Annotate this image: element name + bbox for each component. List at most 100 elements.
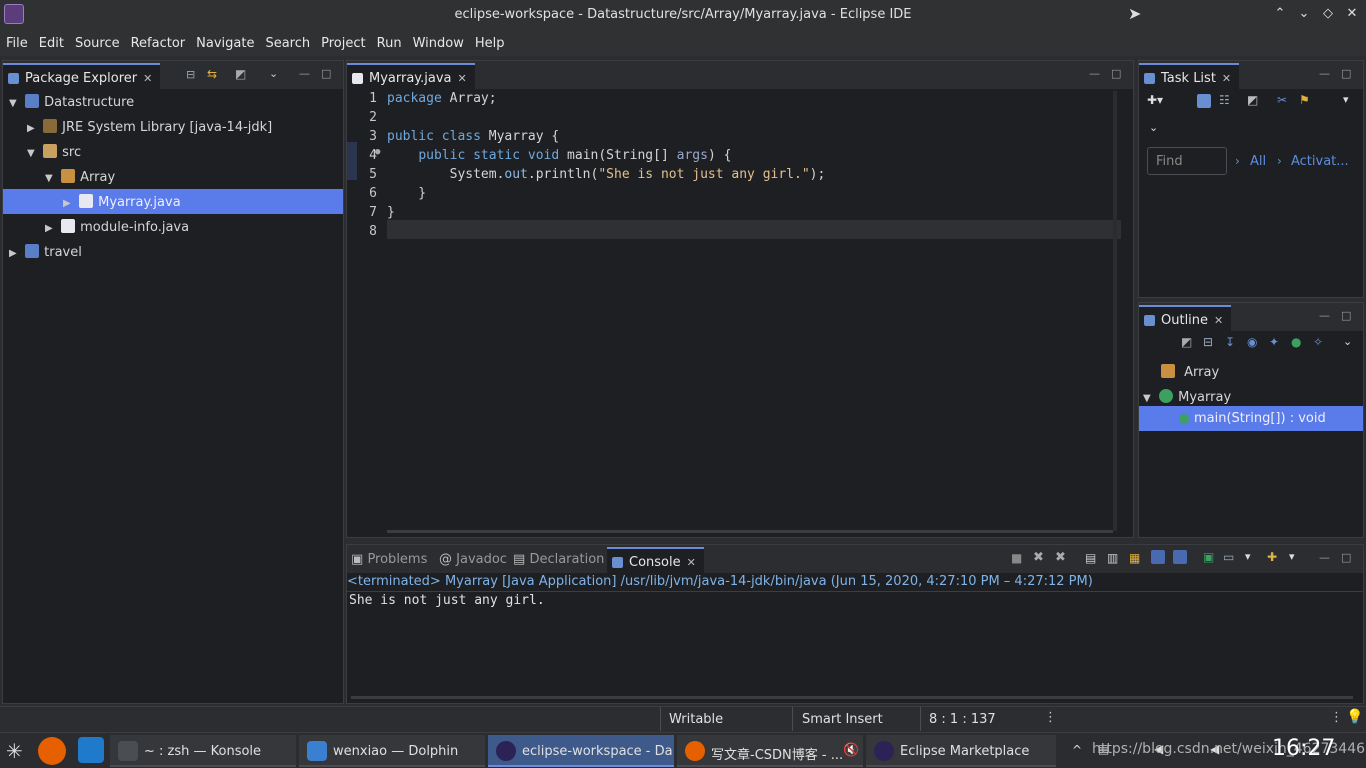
collapse-all-icon[interactable]: ⊟: [186, 68, 195, 81]
remove-launch-icon[interactable]: ✖: [1033, 550, 1044, 565]
hide-static-icon[interactable]: ✦: [1269, 335, 1279, 349]
close-tab-icon[interactable]: ✕: [458, 72, 467, 85]
maximize-view-icon[interactable]: □: [1341, 309, 1351, 322]
app-launcher-icon[interactable]: ✳: [6, 739, 23, 763]
menu-search[interactable]: Search: [259, 30, 315, 51]
hide-completed-icon[interactable]: ✂: [1277, 93, 1287, 107]
system-tray-expand-icon[interactable]: ^: [1072, 743, 1082, 757]
minimize-view-icon[interactable]: —: [1089, 67, 1100, 80]
tree-item-travel[interactable]: ▶ travel: [3, 239, 343, 264]
keep-above-icon[interactable]: ⌃: [1272, 6, 1288, 22]
terminate-icon[interactable]: ■: [1011, 551, 1022, 565]
maximize-view-icon[interactable]: □: [1341, 551, 1351, 564]
maximize-view-icon[interactable]: □: [1341, 67, 1351, 80]
outline-item-main[interactable]: main(String[]) : void: [1139, 406, 1363, 431]
view-menu-icon[interactable]: ▾: [1343, 93, 1349, 106]
menu-source[interactable]: Source: [69, 30, 125, 51]
clear-console-icon[interactable]: ▤: [1085, 551, 1096, 565]
vscode-icon[interactable]: [78, 737, 104, 763]
minimize-view-icon[interactable]: —: [1319, 67, 1330, 80]
word-wrap-icon[interactable]: ▦: [1129, 551, 1140, 565]
show-stderr-icon[interactable]: [1173, 549, 1187, 564]
show-stdout-icon[interactable]: [1151, 549, 1165, 564]
task-eclipse-marketplace[interactable]: Eclipse Marketplace: [866, 735, 1056, 767]
menu-run[interactable]: Run: [371, 30, 407, 51]
vertical-scrollbar[interactable]: [1113, 91, 1117, 531]
close-tab-icon[interactable]: ✕: [687, 556, 696, 569]
hide-fields-icon[interactable]: ◉: [1247, 335, 1257, 349]
remove-all-launches-icon[interactable]: ✖: [1055, 550, 1066, 565]
close-icon[interactable]: ✕: [1344, 6, 1360, 22]
categorized-icon[interactable]: [1197, 93, 1211, 108]
clock[interactable]: 16:27: [1272, 736, 1335, 761]
tab-problems[interactable]: ▣ Problems: [351, 552, 427, 567]
menu-help[interactable]: Help: [469, 30, 510, 51]
link-with-editor-icon[interactable]: ⇆: [207, 67, 217, 81]
lightbulb-icon[interactable]: 💡: [1346, 709, 1363, 725]
hide-nonpublic-icon[interactable]: ●: [1291, 335, 1301, 349]
focus-icon[interactable]: ◩: [1181, 335, 1192, 349]
tab-myarray-java[interactable]: Myarray.java ✕: [347, 63, 475, 89]
tab-declaration[interactable]: ▤ Declaration: [513, 552, 604, 567]
more-icon[interactable]: ⋮: [1330, 710, 1343, 725]
task-eclipse-workspace[interactable]: eclipse-workspace - Da...: [488, 735, 674, 767]
tab-console[interactable]: Console ✕: [607, 547, 704, 573]
activate-link[interactable]: Activat...: [1291, 154, 1349, 169]
all-link[interactable]: All: [1250, 154, 1266, 169]
chevron-down-icon[interactable]: ▼: [27, 148, 39, 159]
pin-console-icon[interactable]: ▣: [1203, 550, 1214, 564]
find-task-input[interactable]: Find: [1147, 147, 1227, 175]
new-task-icon[interactable]: ✚▾: [1147, 93, 1163, 107]
view-menu-icon[interactable]: ⌄: [269, 67, 278, 80]
minimize-view-icon[interactable]: —: [299, 67, 310, 80]
maximize-view-icon[interactable]: □: [321, 67, 331, 80]
menu-edit[interactable]: Edit: [33, 30, 69, 51]
tab-outline[interactable]: Outline ✕: [1139, 305, 1232, 331]
maximize-icon[interactable]: ◇: [1320, 6, 1336, 22]
horizontal-scrollbar[interactable]: [387, 530, 1113, 533]
view-menu-icon[interactable]: ⌄: [1343, 335, 1352, 348]
minimize-icon[interactable]: ⌄: [1296, 6, 1312, 22]
tree-item-myarray-java[interactable]: ▶ Myarray.java: [3, 189, 343, 214]
menu-navigate[interactable]: Navigate: [190, 30, 259, 51]
chevron-down-icon[interactable]: ▾: [1245, 550, 1251, 563]
minimize-view-icon[interactable]: —: [1319, 551, 1330, 564]
chevron-down-icon[interactable]: ▼: [45, 173, 57, 184]
menu-project[interactable]: Project: [315, 30, 370, 51]
tree-item-array[interactable]: ▼ Array: [3, 164, 343, 189]
firefox-icon[interactable]: [38, 737, 66, 765]
menu-refactor[interactable]: Refactor: [125, 30, 191, 51]
chevron-down-icon[interactable]: ⌄: [1149, 121, 1158, 134]
code-area[interactable]: 1 package Array; 2 3 public class Myarray …: [347, 89, 1121, 531]
more-icon[interactable]: ⋮: [1044, 710, 1057, 725]
task-firefox-csdn[interactable]: 写文章-CSDN博客 - ... 🔇: [677, 735, 863, 767]
chevron-right-icon[interactable]: ▶: [63, 198, 75, 209]
tree-item-module-info[interactable]: ▶ module-info.java: [3, 214, 343, 239]
minimize-view-icon[interactable]: —: [1319, 309, 1330, 322]
tree-item-datastructure[interactable]: ▼ Datastructure: [3, 89, 343, 114]
sort-icon[interactable]: ↧: [1225, 335, 1235, 349]
close-tab-icon[interactable]: ✕: [1214, 314, 1223, 327]
display-console-icon[interactable]: ▭: [1223, 550, 1234, 564]
tree-item-src[interactable]: ▼ src: [3, 139, 343, 164]
fold-marker-icon[interactable]: ●: [375, 143, 380, 162]
tab-task-list[interactable]: Task List ✕: [1139, 63, 1240, 89]
horizontal-scrollbar[interactable]: [351, 696, 1353, 699]
task-konsole[interactable]: ~ : zsh — Konsole: [110, 735, 296, 767]
filter-icon[interactable]: ⚑: [1299, 93, 1310, 107]
menu-window[interactable]: Window: [407, 30, 469, 51]
chevron-right-icon[interactable]: ▶: [45, 223, 57, 234]
menu-file[interactable]: File: [0, 30, 33, 51]
hide-local-types-icon[interactable]: ✧: [1313, 335, 1323, 349]
scheduled-icon[interactable]: ☷: [1219, 93, 1230, 107]
chevron-right-icon[interactable]: ▶: [9, 248, 21, 259]
new-console-icon[interactable]: ✚: [1267, 550, 1277, 564]
chevron-down-icon[interactable]: ▾: [1289, 550, 1295, 563]
close-tab-icon[interactable]: ✕: [1222, 72, 1231, 85]
collapse-all-icon[interactable]: ⊟: [1203, 335, 1213, 349]
outline-item-array[interactable]: Array: [1139, 359, 1363, 384]
chevron-down-icon[interactable]: ▼: [1143, 393, 1155, 404]
maximize-view-icon[interactable]: □: [1111, 67, 1121, 80]
tab-javadoc[interactable]: @ Javadoc: [439, 552, 507, 567]
chevron-right-icon[interactable]: ▶: [27, 123, 39, 134]
